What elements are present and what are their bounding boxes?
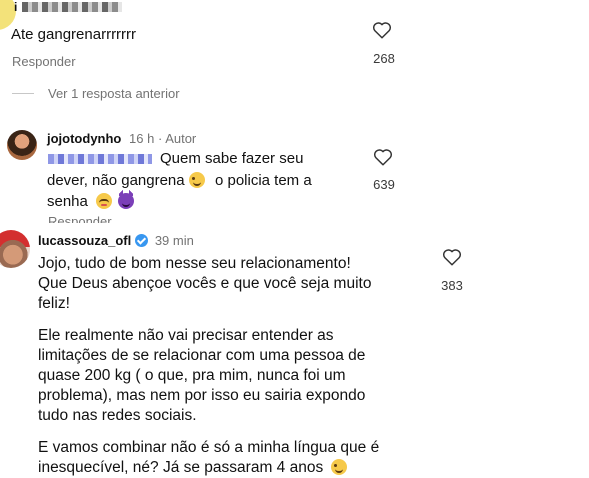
comment-3-line: tudo nas redes sociais. bbox=[38, 407, 197, 424]
comment-3-line: feliz! bbox=[38, 295, 70, 312]
comment-3-line: Que Deus abençoe vocês e que você seja m… bbox=[38, 275, 372, 292]
comment-3-line: limitações de se relacionar com uma pess… bbox=[38, 347, 366, 364]
comment-3-line: problema), mas nem por isso eu sairia ex… bbox=[38, 387, 366, 404]
comment-1-like-count: 268 bbox=[373, 51, 395, 66]
relieved-emoji bbox=[96, 193, 113, 209]
comment-1-username-blur bbox=[22, 2, 122, 12]
wink-emoji bbox=[330, 459, 347, 475]
comment-3-line: Jojo, tudo de bom nesse seu relacionamen… bbox=[38, 255, 351, 272]
comment-2-text-line2a: dever, não gangrena bbox=[47, 172, 185, 189]
comment-2-separator: · bbox=[157, 131, 163, 146]
wink-emoji bbox=[188, 172, 205, 188]
comment-2-author-tag: Autor bbox=[165, 131, 197, 146]
comment-3-like-count: 383 bbox=[441, 278, 463, 293]
heart-icon[interactable] bbox=[373, 148, 393, 166]
comment-3-username[interactable]: lucassouza_ofl bbox=[38, 233, 131, 248]
comment-2-header: jojotodynho 16 h · Autor bbox=[47, 131, 196, 146]
comment-2-reply-button[interactable]: Responder bbox=[48, 214, 112, 223]
comment-2-time: 16 h bbox=[129, 131, 155, 146]
comment-3-last-line: inesquecível, né? Já se passaram 4 anos bbox=[38, 458, 379, 478]
comment-2-username[interactable]: jojotodynho bbox=[47, 131, 121, 146]
view-replies-label[interactable]: Ver 1 resposta anterior bbox=[48, 86, 180, 101]
comment-2-text-line2b: o policia tem a bbox=[214, 172, 312, 189]
mention-blur[interactable] bbox=[48, 154, 152, 164]
avatar-lucassouza[interactable] bbox=[0, 230, 30, 268]
comment-2-text-line3-word: senha bbox=[47, 193, 88, 210]
comment-1-reply-button[interactable]: Responder bbox=[12, 54, 76, 69]
replies-divider bbox=[12, 93, 34, 94]
comment-3-line: quase 200 kg ( o que, pra mim, nunca foi… bbox=[38, 367, 346, 384]
heart-icon[interactable] bbox=[372, 21, 392, 39]
comment-2-text-line1: Quem sabe fazer seu bbox=[160, 150, 304, 167]
comment-1-text: Ate gangrenarrrrrrr bbox=[11, 26, 137, 43]
comment-3-line: inesquecível, né? Já se passaram 4 anos bbox=[38, 459, 324, 476]
comment-2-like-count: 639 bbox=[373, 177, 395, 192]
comment-3-time: 39 min bbox=[154, 233, 194, 248]
comment-1-username-initial[interactable]: i bbox=[14, 0, 17, 14]
comment-3-body: Jojo, tudo de bom nesse seu relacionamen… bbox=[38, 254, 379, 478]
comment-2-text-line3: senha bbox=[47, 190, 135, 210]
comment-2-text-line2: dever, não gangrena o policia tem a bbox=[47, 172, 312, 189]
verified-badge-icon bbox=[135, 234, 149, 247]
avatar-jojotodynho[interactable] bbox=[7, 130, 37, 160]
devil-emoji bbox=[118, 190, 135, 209]
comment-3-line: E vamos combinar não é só a minha língua… bbox=[38, 439, 380, 456]
comment-3-line: Ele realmente não vai precisar entender … bbox=[38, 327, 334, 344]
comment-3-header: lucassouza_ofl 39 min bbox=[38, 233, 194, 248]
heart-icon[interactable] bbox=[442, 248, 462, 266]
